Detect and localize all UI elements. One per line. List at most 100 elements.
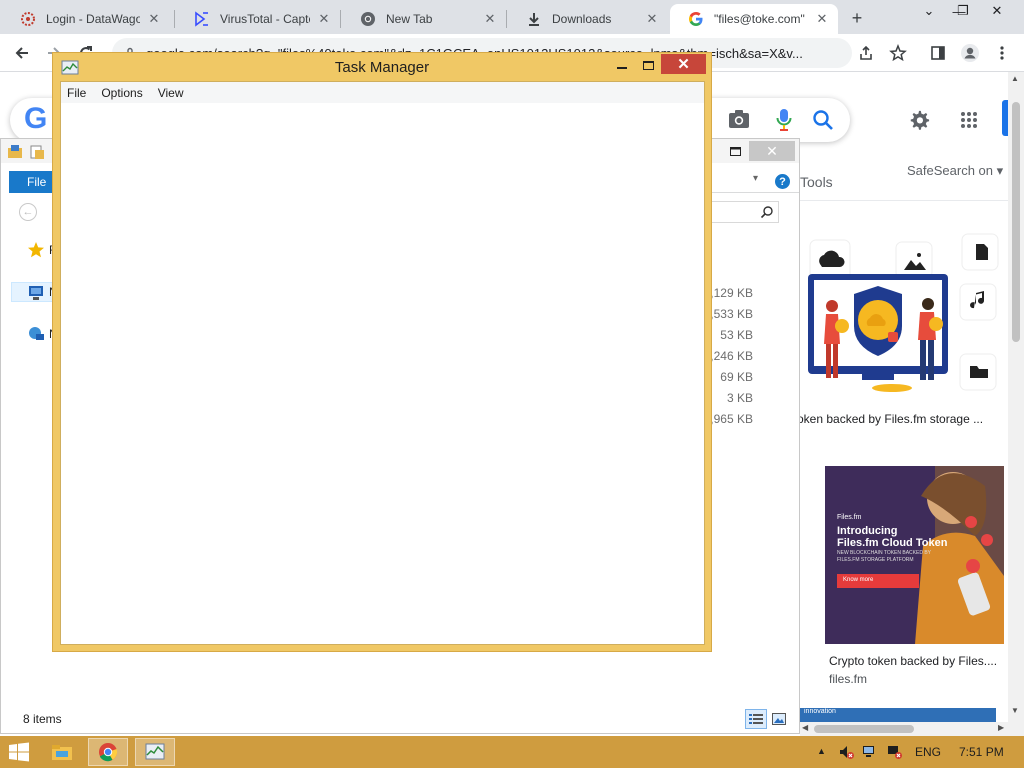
scroll-up-arrow-icon[interactable]: ▲ [1011,74,1019,83]
taskbar-chrome[interactable] [88,738,128,766]
google-apps-grid-icon[interactable] [960,111,978,129]
menu-view[interactable]: View [158,86,184,100]
folder-properties-icon[interactable] [7,144,23,160]
tab-close-icon[interactable]: ✕ [146,11,162,27]
large-icons-view-button[interactable] [769,709,789,729]
details-view-button[interactable] [745,709,767,729]
tab-title: New Tab [386,12,433,26]
show-hidden-icons-button[interactable]: ▲ [817,746,826,756]
favorites-star-icon [28,242,44,258]
clock[interactable]: 7:51 PM [959,745,1004,759]
tab-title: Login - DataWagon [46,12,140,26]
back-arrow-icon [15,47,28,59]
back-button[interactable] [10,41,34,65]
results-divider [800,200,1008,201]
tab-close-icon[interactable]: ✕ [644,11,660,27]
scrollbar-thumb[interactable] [1012,102,1020,342]
quick-access-toolbar [7,144,45,160]
task-manager-window: Task Manager ✕ File Options View [52,52,712,652]
camera-search-icon[interactable] [728,109,750,129]
side-panel-icon[interactable] [928,43,948,63]
tab-new-tab[interactable]: New Tab ✕ [342,4,506,34]
task-manager-close-button[interactable]: ✕ [661,54,706,74]
new-folder-icon[interactable] [29,144,45,160]
promo-button: Know more [843,577,874,583]
security-cloud-illustration [808,233,999,392]
tab-virustotal[interactable]: VirusTotal - Captcha ✕ [176,4,340,34]
chrome-menu-icon[interactable] [992,43,1012,63]
task-manager-minimize-button[interactable] [609,55,635,75]
result-image-2[interactable]: Files.fm Introducing Files.fm Cloud Toke… [825,466,1004,644]
chrome-favicon-icon [360,11,376,27]
input-language-indicator[interactable]: ENG [915,745,941,759]
large-icons-view-icon [772,713,786,725]
task-manager-maximize-button[interactable] [635,55,661,75]
microphone-icon[interactable] [776,108,792,132]
share-icon[interactable] [856,43,876,63]
task-manager-menubar: File Options View [61,82,704,103]
tab-title: "files@toke.com" - [714,12,808,26]
close-button[interactable]: ✕ [982,2,1012,20]
safesearch-toggle[interactable]: SafeSearch on ▾ [907,163,1003,179]
tab-downloads[interactable]: Downloads ✕ [508,4,668,34]
new-tab-button[interactable]: + [846,7,868,29]
explorer-file-menu-tab[interactable]: File [9,171,55,193]
volume-muted-icon[interactable] [838,744,854,760]
google-favicon-icon [688,11,704,27]
explorer-status-item-count: 8 items [23,712,62,726]
tab-separator [340,10,341,28]
result-image-strip[interactable]: innovation [800,708,996,722]
menu-file[interactable]: File [67,86,86,100]
task-manager-titlebar[interactable]: Task Manager ✕ [53,53,711,81]
windows-taskbar: ▲ ENG 7:51 PM [0,736,1024,768]
bookmark-star-icon[interactable] [888,43,908,63]
taskbar-file-explorer[interactable] [42,738,82,766]
horizontal-scrollbar-thumb[interactable] [814,725,914,733]
tab-title: Downloads [552,12,612,26]
ribbon-expand-chevron-icon[interactable]: ▾ [753,173,758,184]
tab-close-icon[interactable]: ✕ [814,11,830,27]
result-image-1[interactable] [802,228,1002,404]
maximize-icon [642,60,654,70]
scroll-right-arrow-icon[interactable]: ▶ [998,723,1004,732]
explorer-search-input[interactable] [701,201,779,223]
page-vertical-scrollbar[interactable]: ▲ ▼ [1008,72,1024,736]
result-caption-2[interactable]: Crypto token backed by Files.... [829,654,1004,668]
explorer-maximize-button[interactable] [721,141,749,161]
explorer-close-button[interactable]: ✕ [749,141,795,161]
promo-brand: Files.fm [837,514,862,521]
tab-datawagon-login[interactable]: Login - DataWagon ✕ [2,4,170,34]
chrome-icon [99,743,118,762]
tab-close-icon[interactable]: ✕ [316,11,332,27]
scroll-down-arrow-icon[interactable]: ▼ [1011,706,1019,715]
network-icon[interactable] [862,744,878,760]
network-icon [29,327,44,340]
tools-button[interactable]: Tools [800,174,833,190]
tab-close-icon[interactable]: ✕ [482,11,498,27]
tab-google-search[interactable]: "files@toke.com" - ✕ [670,4,838,34]
task-manager-content: File Options View [60,81,705,645]
page-horizontal-scrollbar[interactable]: ◀ ▶ [800,722,1008,736]
promo-headline-2: Files.fm Cloud Token [837,537,948,549]
result-source-2[interactable]: files.fm [829,672,867,686]
scroll-left-arrow-icon[interactable]: ◀ [802,723,808,732]
result-caption-1[interactable]: oken backed by Files.fm storage ... [797,412,1002,426]
tab-search-chevron-icon[interactable]: ⌄ [914,2,944,20]
search-icon[interactable] [812,109,834,131]
menu-options[interactable]: Options [101,86,142,100]
windows-start-button[interactable] [8,742,30,762]
minimize-icon [617,67,627,69]
help-icon[interactable]: ? [775,174,790,189]
promo-subline-1: NEW BLOCKCHAIN TOKEN BACKED BY [837,550,932,556]
google-logo[interactable]: G [24,102,47,136]
this-pc-icon [29,286,43,300]
action-center-warning-icon[interactable] [886,744,902,760]
profile-avatar-icon[interactable] [960,43,980,63]
restore-button[interactable]: ❐ [948,2,978,20]
explorer-back-button[interactable]: ← [19,203,37,221]
gear-icon[interactable] [908,109,930,131]
virustotal-favicon-icon [194,11,210,27]
download-icon [526,11,542,27]
datawagon-favicon-icon [20,11,36,27]
taskbar-task-manager[interactable] [135,738,175,766]
